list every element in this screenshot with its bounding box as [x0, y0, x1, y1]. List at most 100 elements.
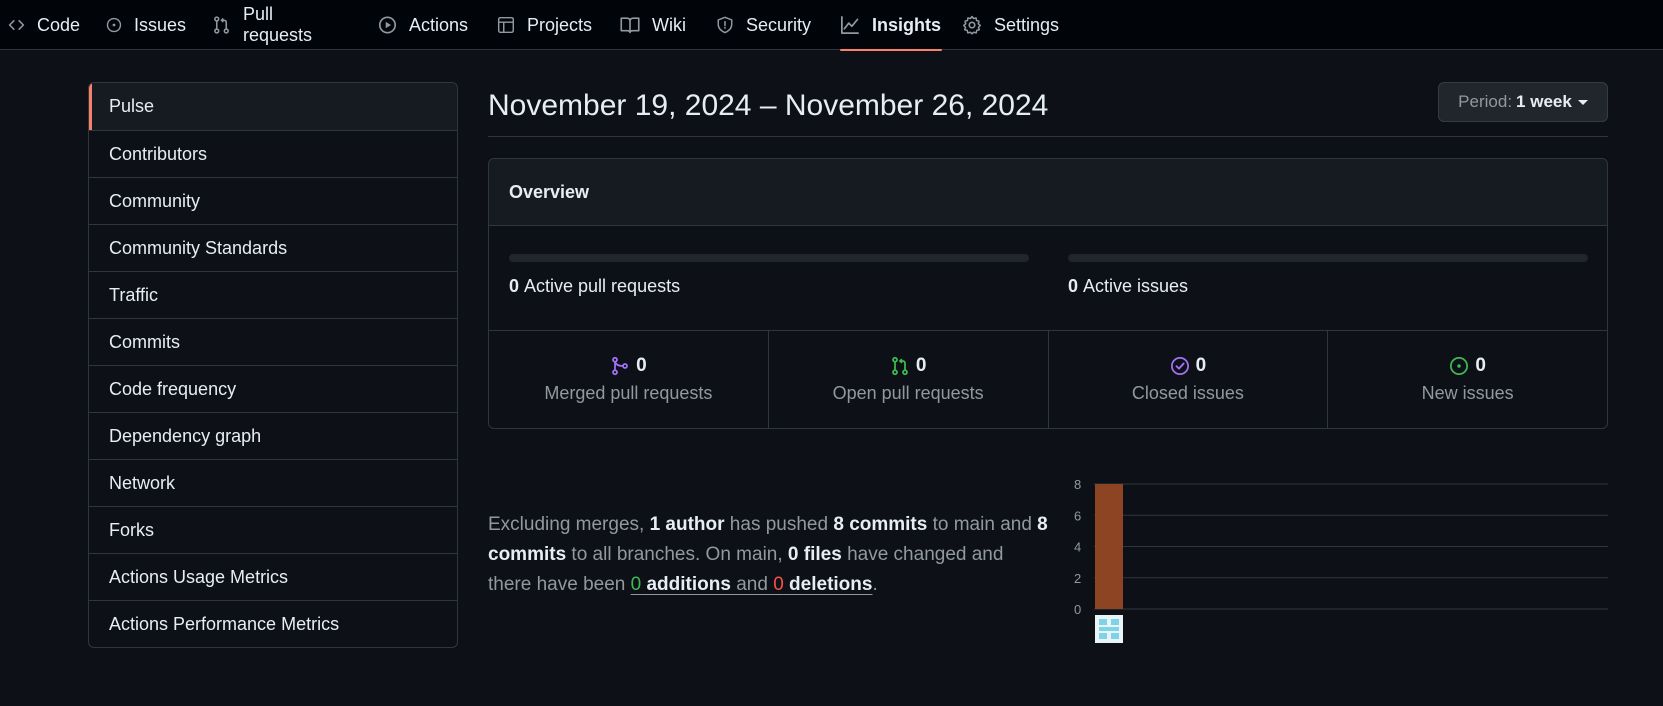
deletions-word: deletions: [783, 574, 873, 595]
tab-label: Security: [745, 14, 811, 35]
active-prs-label: Active pull requests: [524, 276, 681, 296]
active-issues-link[interactable]: 0 Active issues: [1068, 276, 1188, 297]
sidebar-item-actions-performance-metrics[interactable]: Actions Performance Metrics: [89, 600, 457, 647]
active-issues-count: 0: [1068, 276, 1079, 296]
tab-label: Wiki: [652, 14, 686, 35]
book-icon: [620, 17, 640, 34]
git-pull-request-icon: [214, 16, 229, 34]
sidebar-item-label: Dependency graph: [109, 425, 262, 446]
tab-label: Pull requests: [243, 4, 313, 45]
y-tick-label: 2: [1074, 571, 1081, 586]
overview-box: Overview 0 Active pull requests 0 Active i…: [488, 158, 1608, 429]
merged-prs-stat[interactable]: 0 Merged pull requests: [489, 331, 768, 428]
gear-icon: [963, 15, 981, 35]
active-issues-label: Active issues: [1083, 276, 1189, 296]
deletions-count: 0: [773, 574, 784, 595]
sidebar-item-dependency-graph[interactable]: Dependency graph: [89, 412, 457, 459]
commits-main: 8 commits: [833, 514, 928, 535]
and-word: and: [730, 574, 774, 595]
y-tick-label: 4: [1074, 540, 1081, 555]
period-select-button[interactable]: Period: 1 week: [1438, 82, 1608, 122]
authors-count: 1 author: [649, 514, 725, 535]
insights-sidebar: Pulse Contributors Community Community S…: [88, 82, 458, 648]
tab-code[interactable]: Code: [8, 0, 80, 50]
changes-link[interactable]: 0 additions and 0 deletions: [631, 574, 873, 595]
summary-text: .: [872, 574, 878, 595]
period-prefix: Period:: [1458, 92, 1513, 111]
graph-icon: [841, 16, 859, 34]
summary-text: to all branches. On main,: [566, 544, 788, 565]
sidebar-item-label: Actions Usage Metrics: [109, 566, 289, 587]
git-merge-icon: [612, 356, 628, 376]
additions-word: additions: [641, 574, 731, 595]
open-prs-label: Open pull requests: [832, 383, 984, 403]
merged-prs-label: Merged pull requests: [544, 383, 713, 403]
sidebar-item-label: Community Standards: [109, 237, 288, 258]
sidebar-item-forks[interactable]: Forks: [89, 506, 457, 553]
new-issues-count: 0: [1475, 355, 1486, 376]
sidebar-item-label: Code frequency: [109, 378, 237, 399]
git-pull-request-icon: [891, 356, 908, 376]
author-avatar[interactable]: [1095, 615, 1123, 643]
closed-issues-count: 0: [1195, 355, 1207, 376]
period-value: 1 week: [1516, 92, 1572, 111]
issue-opened-icon: [1450, 357, 1469, 375]
merged-prs-count: 0: [636, 355, 647, 376]
active-prs-link[interactable]: 0 Active pull requests: [509, 276, 680, 297]
open-prs-count: 0: [915, 355, 927, 376]
issue-opened-icon: [106, 17, 122, 33]
closed-issues-label: Closed issues: [1131, 383, 1244, 403]
sidebar-item-traffic[interactable]: Traffic: [89, 271, 457, 318]
new-issues-stat[interactable]: 0 New issues: [1327, 331, 1607, 428]
files-changed: 0 files: [787, 544, 842, 565]
tab-wiki[interactable]: Wiki: [620, 0, 690, 50]
sidebar-item-pulse[interactable]: Pulse: [89, 83, 457, 130]
overview-heading: Overview: [489, 159, 1607, 226]
sidebar-item-actions-usage-metrics[interactable]: Actions Usage Metrics: [89, 553, 457, 600]
y-tick-label: 0: [1074, 602, 1081, 617]
tab-projects[interactable]: Projects: [497, 0, 592, 50]
closed-issues-stat[interactable]: 0 Closed issues: [1047, 331, 1328, 428]
sidebar-item-label: Contributors: [109, 143, 208, 164]
page-title: November 19, 2024 – November 26, 2024: [488, 89, 1049, 122]
tab-security[interactable]: Security: [716, 0, 811, 50]
new-issues-label: New issues: [1421, 383, 1514, 403]
sidebar-item-label: Network: [109, 472, 176, 493]
tab-label: Projects: [526, 14, 592, 35]
active-prs-count: 0: [509, 276, 520, 296]
sidebar-item-community-standards[interactable]: Community Standards: [89, 224, 457, 271]
tab-label: Insights: [872, 14, 942, 35]
repo-nav: Code Issues Pull requests Actions Projec…: [0, 0, 1663, 51]
sidebar-item-label: Actions Performance Metrics: [109, 613, 340, 634]
sidebar-item-commits[interactable]: Commits: [89, 318, 457, 365]
open-prs-stat[interactable]: 0 Open pull requests: [767, 331, 1048, 428]
code-icon: [8, 19, 25, 31]
tab-label: Code: [36, 14, 80, 35]
active-prs-bar: [509, 254, 1029, 262]
caret-down-icon: [1577, 99, 1588, 105]
y-tick-label: 8: [1074, 477, 1081, 492]
sidebar-item-label: Traffic: [109, 284, 159, 305]
tab-issues[interactable]: Issues: [106, 0, 186, 50]
chart-bar[interactable]: [1095, 484, 1123, 609]
sidebar-item-contributors[interactable]: Contributors: [89, 130, 457, 177]
sidebar-item-label: Commits: [109, 331, 180, 352]
sidebar-item-network[interactable]: Network: [89, 459, 457, 506]
y-tick-label: 6: [1074, 508, 1081, 523]
table-icon: [497, 16, 515, 34]
sidebar-item-code-frequency[interactable]: Code frequency: [89, 365, 457, 412]
tab-settings[interactable]: Settings: [962, 0, 1062, 50]
shield-icon: [717, 16, 733, 34]
overview-activity: 0 Active pull requests 0 Active issues: [489, 226, 1607, 331]
tab-insights[interactable]: Insights: [840, 0, 942, 51]
sidebar-item-label: Community: [109, 190, 201, 211]
sidebar-item-label: Pulse: [109, 96, 155, 116]
overview-stats: 0 Merged pull requests 0 Open pull reque…: [489, 331, 1607, 428]
tab-pull-requests[interactable]: Pull requests: [212, 0, 342, 50]
sidebar-item-label: Forks: [109, 519, 154, 540]
tab-actions[interactable]: Actions: [378, 0, 468, 50]
summary-text: has pushed: [724, 514, 834, 535]
summary-text: Excluding merges,: [488, 514, 650, 535]
sidebar-item-community[interactable]: Community: [89, 177, 457, 224]
issue-closed-icon: [1170, 357, 1189, 375]
